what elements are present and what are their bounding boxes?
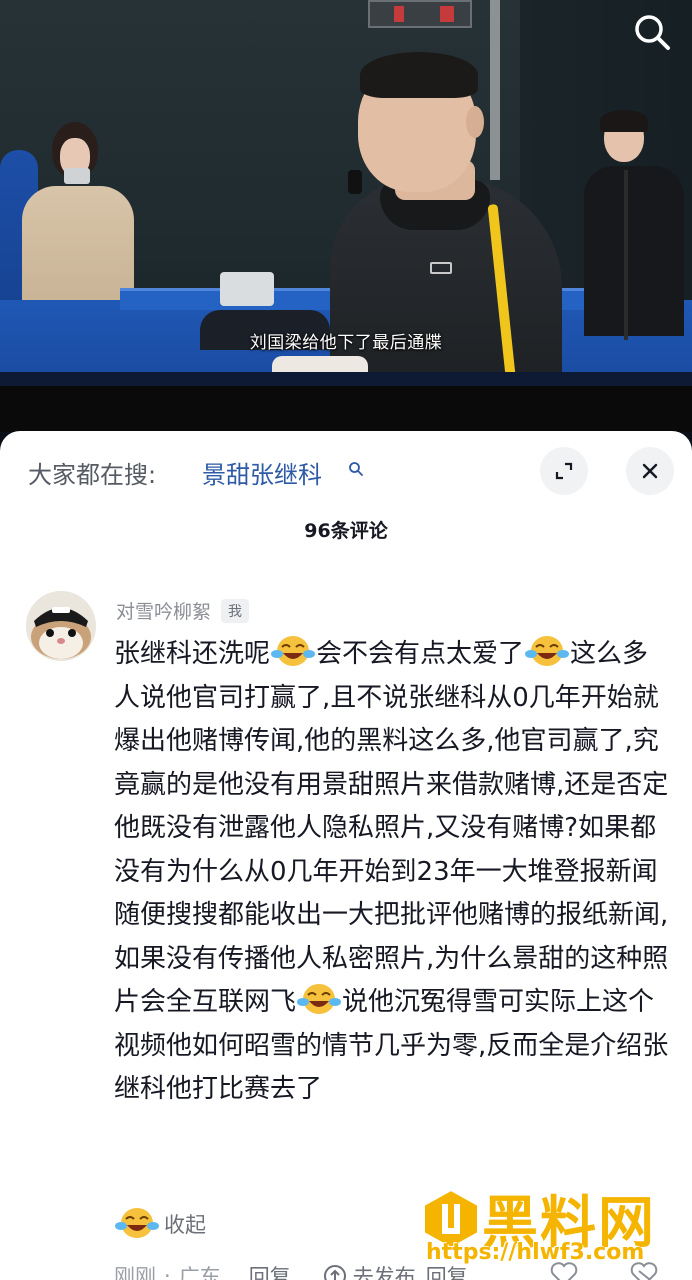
author-row: 对雪吟柳絮 我 (116, 597, 250, 624)
comment-count-title: 96条评论 (304, 520, 388, 542)
comment-location: 广东 (178, 1265, 221, 1280)
video-subtitle: 刘国梁给他下了最后通牒 (249, 333, 443, 353)
trending-label: 大家都在搜: (28, 461, 157, 489)
laugh-cry-emoji-icon (525, 634, 570, 668)
comment-time: 刚刚 (114, 1265, 156, 1280)
hamster-avatar-icon (26, 591, 96, 661)
headset (348, 170, 362, 194)
laugh-cry-emoji-icon (115, 1206, 159, 1242)
close-button[interactable] (626, 447, 674, 495)
reporter (584, 166, 684, 336)
bag (220, 272, 274, 306)
laugh-cry-emoji-icon (297, 982, 342, 1016)
pole (490, 0, 500, 180)
meta-separator: · (164, 1264, 171, 1280)
expand-icon (555, 462, 573, 480)
app-root: 刘国梁给他下了最后通牒 大家都在搜: 景甜张继科 96条评论 对雪吟柳絮 我 张… (0, 0, 692, 1280)
collapse-row[interactable]: 收起 (114, 1206, 206, 1242)
expand-button[interactable] (540, 447, 588, 495)
video-bottom-bar (0, 386, 692, 432)
phone (64, 168, 90, 184)
reporter-hair (600, 110, 648, 132)
heart-icon[interactable] (550, 1261, 578, 1280)
small-search-icon[interactable] (348, 461, 364, 477)
reply-button[interactable]: 回复 (249, 1261, 291, 1280)
mic-stand (624, 170, 628, 340)
upload-circle-icon[interactable] (323, 1264, 347, 1280)
comment-meta: 刚刚 · 广东 回复 去发布 回复 (114, 1261, 468, 1280)
comment-sheet: 大家都在搜: 景甜张继科 96条评论 对雪吟柳絮 我 张继科还洗呢 会不会有点太… (0, 431, 692, 1280)
floor (0, 372, 692, 386)
comment-text-part-1: 张继科还洗呢 (114, 639, 271, 669)
laugh-cry-emoji-icon (271, 634, 316, 668)
close-icon (642, 463, 658, 479)
me-badge: 我 (221, 598, 250, 623)
coach-ear (466, 106, 484, 138)
author-name[interactable]: 对雪吟柳絮 (116, 597, 211, 624)
comment-text-part-3: 这么多人说他官司打赢了,且不说张继科从0几年开始就爆出他赌博传闻,他的黑料这么多… (114, 639, 669, 1017)
avatar[interactable] (26, 591, 96, 661)
comment-text: 张继科还洗呢 会不会有点太爱了 这么多人说他官司打赢了,且不说张继科从0几年开始就爆… (114, 633, 670, 1112)
collapse-button[interactable]: 收起 (164, 1209, 206, 1239)
video-player[interactable]: 刘国梁给他下了最后通牒 (0, 0, 692, 386)
sheet-header: 大家都在搜: 景甜张继科 96条评论 (0, 431, 692, 591)
share-post-button[interactable]: 去发布 (353, 1261, 416, 1280)
jacket-logo (430, 262, 452, 274)
scoreboard (368, 0, 472, 28)
dislike-icon[interactable] (630, 1261, 658, 1280)
coach-hair (360, 52, 478, 98)
reply-suffix: 回复 (425, 1265, 468, 1280)
search-button[interactable] (626, 6, 678, 58)
trending-query-link[interactable]: 景甜张继科 (202, 455, 322, 490)
comment-text-part-2: 会不会有点太爱了 (316, 639, 525, 669)
search-icon (635, 15, 670, 50)
